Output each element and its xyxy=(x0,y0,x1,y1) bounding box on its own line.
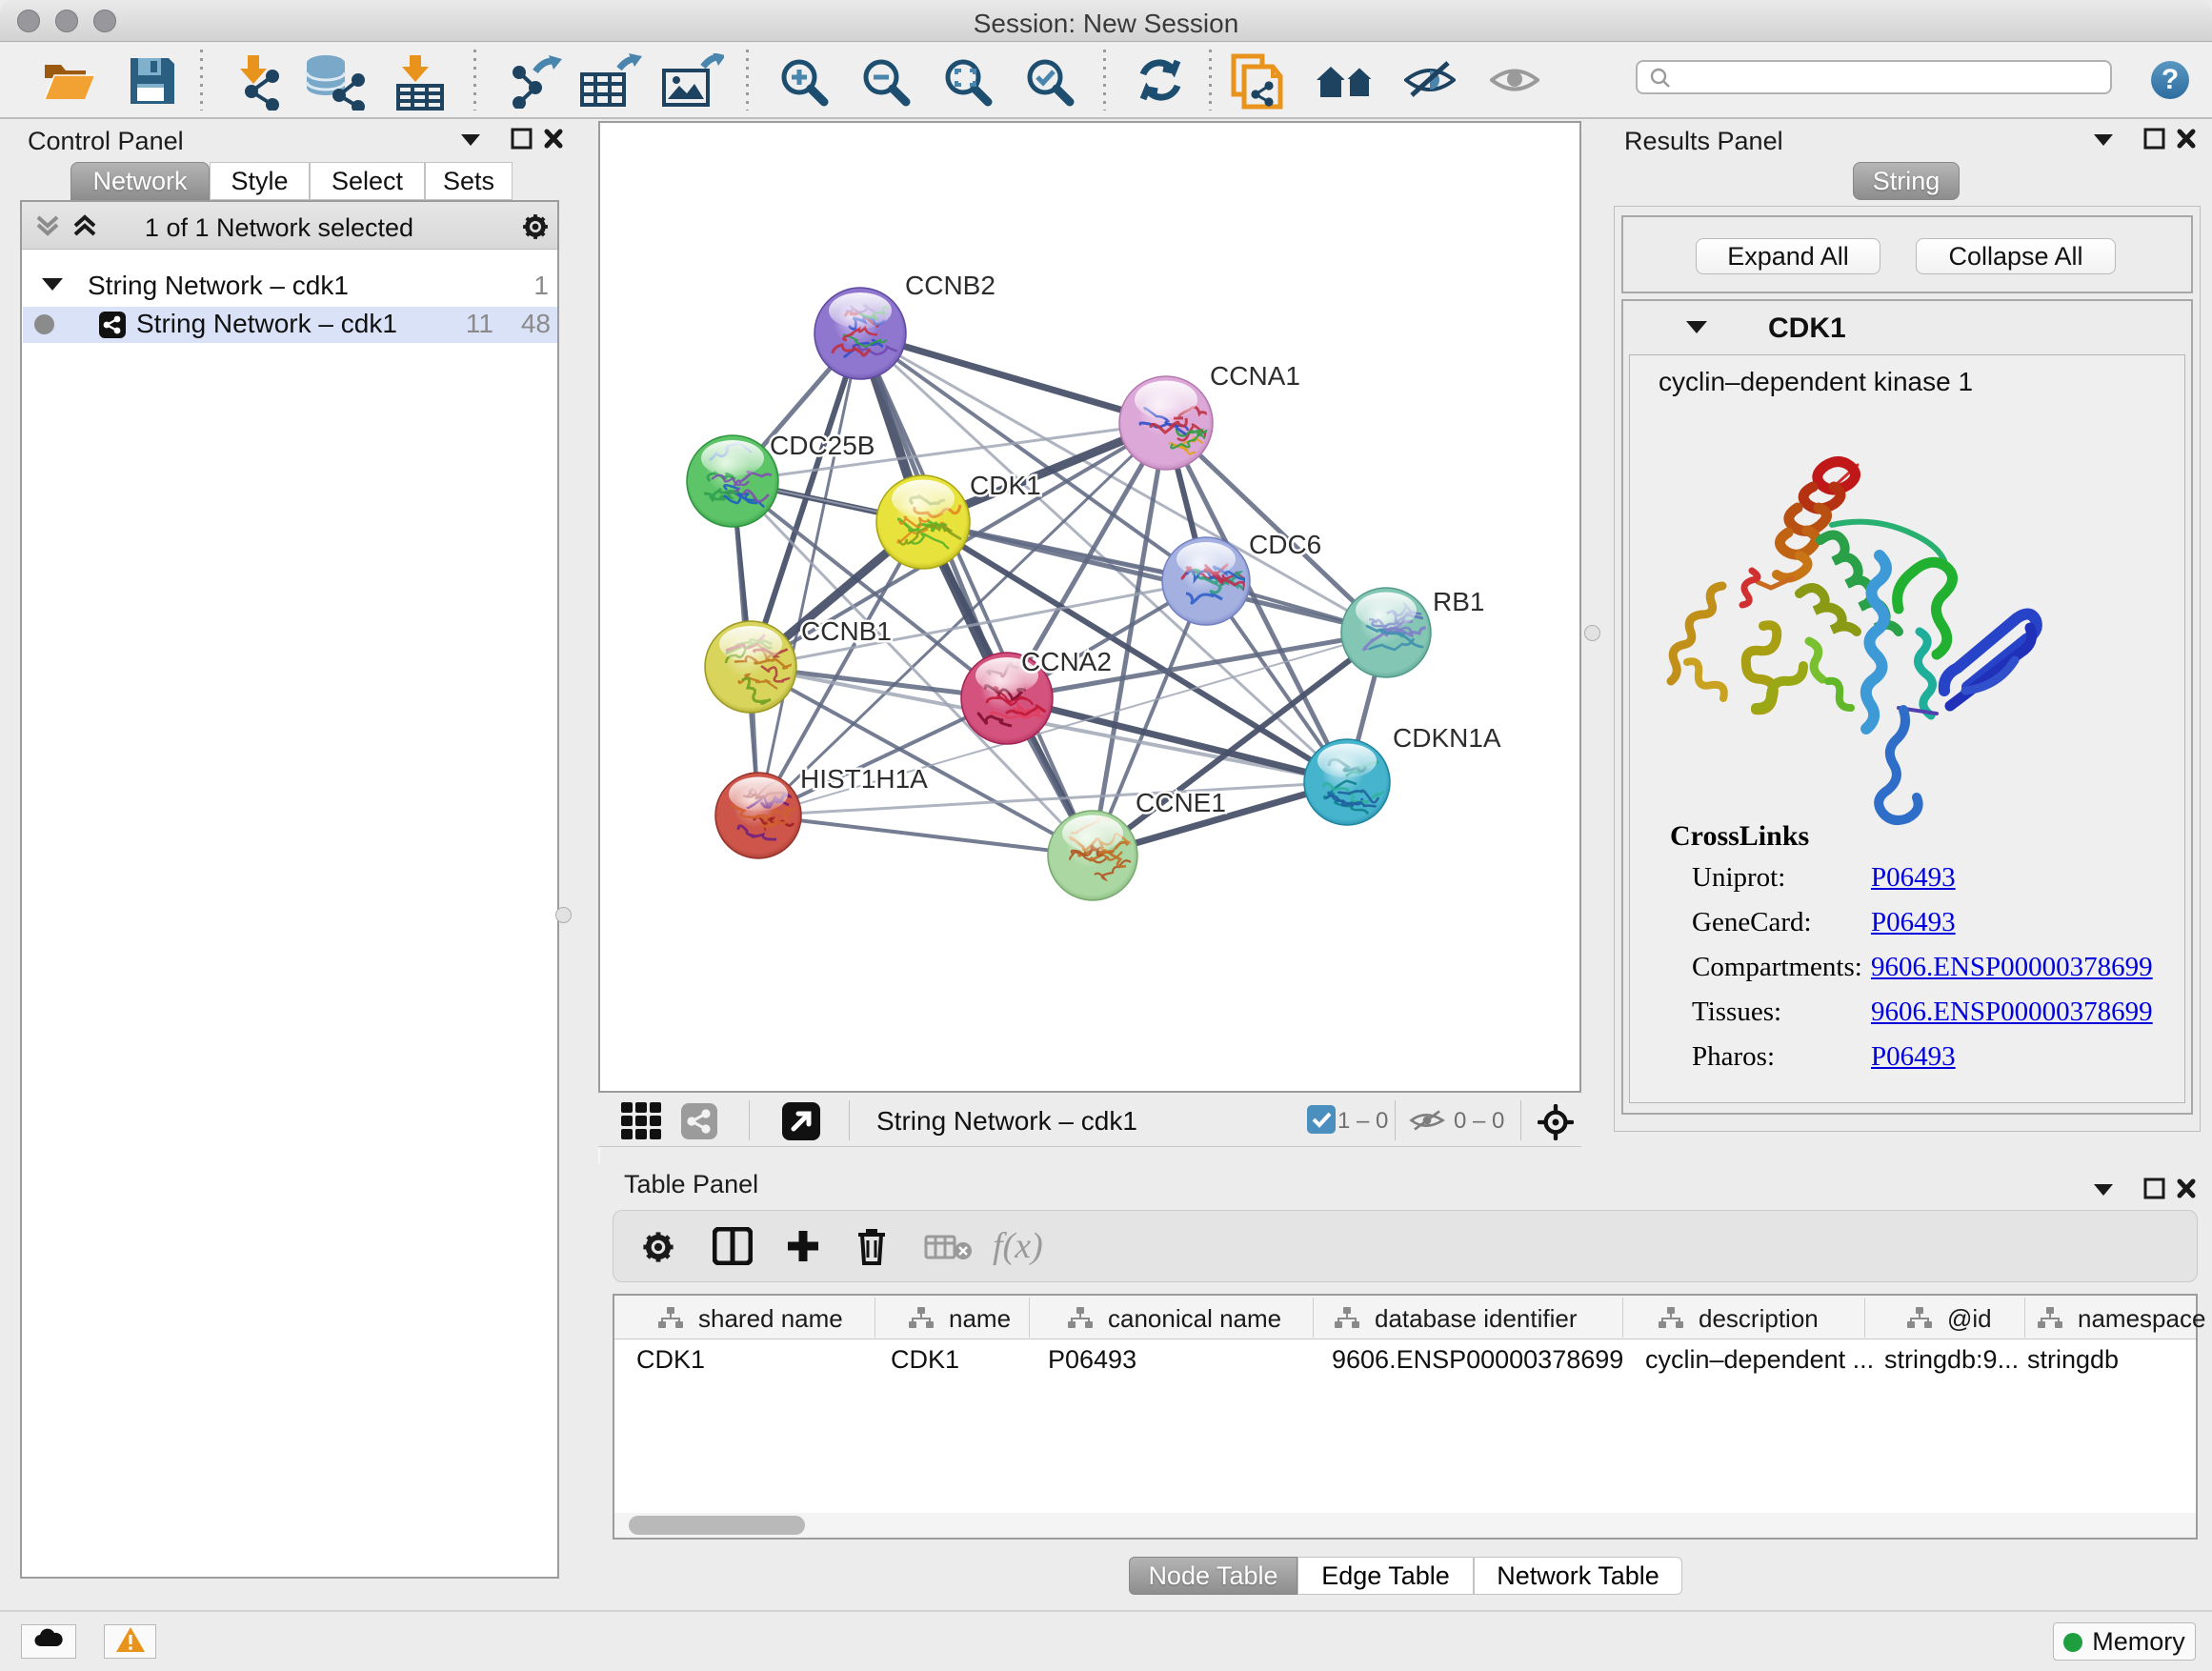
svg-text:HIST1H1A: HIST1H1A xyxy=(800,764,928,794)
svg-text:CDK1: CDK1 xyxy=(970,471,1041,500)
svg-text:CDC25B: CDC25B xyxy=(770,431,875,460)
svg-text:CCNE1: CCNE1 xyxy=(1136,788,1226,817)
svg-text:RB1: RB1 xyxy=(1433,587,1484,616)
svg-text:CCNB2: CCNB2 xyxy=(905,271,995,300)
svg-text:CCNB1: CCNB1 xyxy=(801,616,892,646)
svg-text:CCNA1: CCNA1 xyxy=(1210,361,1300,391)
svg-text:CCNA2: CCNA2 xyxy=(1021,647,1112,676)
svg-text:CDC6: CDC6 xyxy=(1249,530,1321,559)
svg-text:CDKN1A: CDKN1A xyxy=(1393,723,1501,753)
